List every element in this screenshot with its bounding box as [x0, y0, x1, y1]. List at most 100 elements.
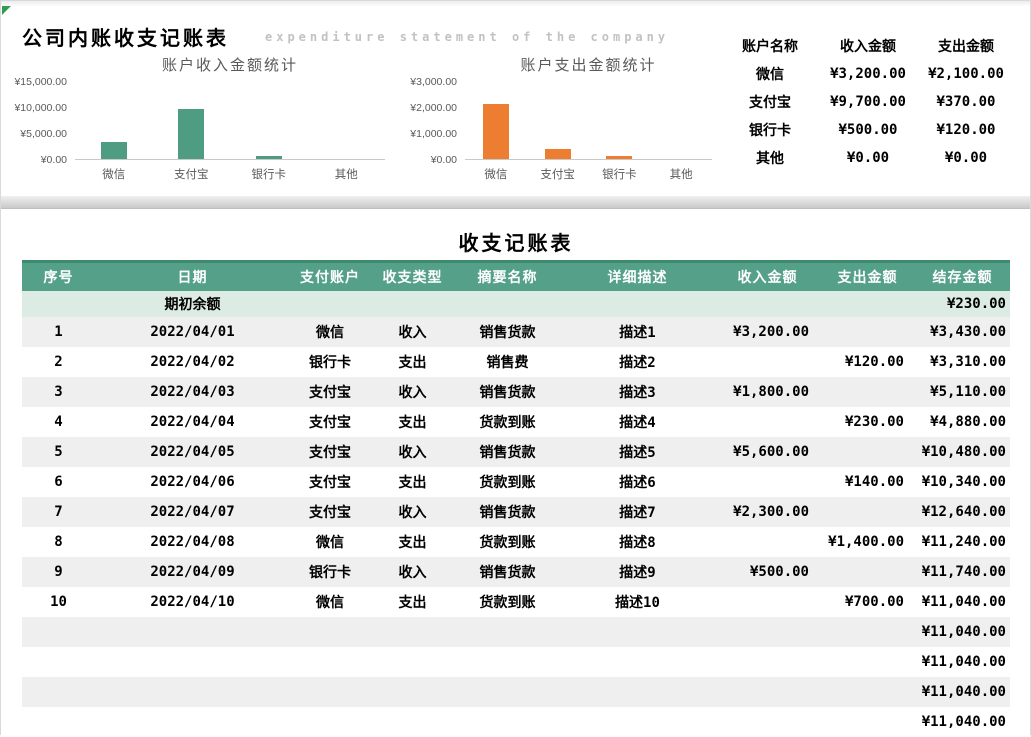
ledger-cell[interactable]: [22, 616, 95, 647]
ledger-cell[interactable]: 收入: [370, 436, 455, 467]
ledger-header-cell[interactable]: 收入金额: [715, 261, 820, 291]
ledger-cell[interactable]: 货款到账: [455, 467, 560, 497]
ledger-cell[interactable]: [455, 707, 560, 737]
ledger-cell[interactable]: [370, 647, 455, 677]
ledger-header-cell[interactable]: 日期: [95, 261, 290, 291]
ledger-cell[interactable]: 10: [22, 587, 95, 617]
ledger-cell[interactable]: [820, 496, 915, 527]
summary-cell[interactable]: ¥500.00: [819, 116, 917, 144]
ledger-header-cell[interactable]: 序号: [22, 261, 95, 291]
ledger-cell[interactable]: 描述8: [560, 527, 715, 557]
ledger-cell[interactable]: 销售货款: [455, 316, 560, 347]
ledger-cell[interactable]: [715, 647, 820, 677]
ledger-cell[interactable]: 2022/04/02: [95, 347, 290, 377]
ledger-cell[interactable]: 支付宝: [290, 496, 370, 527]
ledger-cell[interactable]: ¥230.00: [820, 407, 915, 437]
ledger-cell[interactable]: ¥11,040.00: [915, 587, 1010, 617]
ledger-cell[interactable]: 微信: [290, 527, 370, 557]
ledger-cell[interactable]: [715, 676, 820, 707]
ledger-cell[interactable]: [560, 707, 715, 737]
ledger-cell[interactable]: 5: [22, 436, 95, 467]
ledger-header-cell[interactable]: 收支类型: [370, 261, 455, 291]
summary-cell[interactable]: ¥0.00: [917, 144, 1015, 172]
ledger-cell[interactable]: 描述4: [560, 407, 715, 437]
summary-cell[interactable]: ¥0.00: [819, 144, 917, 172]
ledger-header-cell[interactable]: 结存金额: [915, 261, 1010, 291]
ledger-cell[interactable]: 2022/04/07: [95, 496, 290, 527]
ledger-cell[interactable]: [22, 707, 95, 737]
ledger-cell[interactable]: 收入: [370, 316, 455, 347]
ledger-cell[interactable]: 微信: [290, 316, 370, 347]
ledger-cell[interactable]: 3: [22, 376, 95, 407]
ledger-cell[interactable]: 期初余额: [95, 290, 290, 317]
ledger-cell[interactable]: 2022/04/09: [95, 556, 290, 587]
ledger-cell[interactable]: ¥10,480.00: [915, 436, 1010, 467]
ledger-cell[interactable]: 8: [22, 527, 95, 557]
ledger-cell[interactable]: ¥1,400.00: [820, 527, 915, 557]
ledger-cell[interactable]: [370, 707, 455, 737]
ledger-cell[interactable]: 收入: [370, 556, 455, 587]
ledger-cell[interactable]: 货款到账: [455, 407, 560, 437]
ledger-cell[interactable]: ¥11,040.00: [915, 647, 1010, 677]
ledger-cell[interactable]: 6: [22, 467, 95, 497]
ledger-cell[interactable]: [455, 616, 560, 647]
ledger-cell[interactable]: 描述10: [560, 587, 715, 617]
ledger-cell[interactable]: 支付宝: [290, 467, 370, 497]
ledger-cell[interactable]: 微信: [290, 587, 370, 617]
ledger-header-cell[interactable]: 详细描述: [560, 261, 715, 291]
ledger-cell[interactable]: ¥11,740.00: [915, 556, 1010, 587]
summary-cell[interactable]: ¥3,200.00: [819, 60, 917, 88]
summary-cell[interactable]: 支付宝: [721, 88, 819, 116]
ledger-cell[interactable]: [290, 616, 370, 647]
ledger-cell[interactable]: 描述1: [560, 316, 715, 347]
ledger-cell[interactable]: [290, 676, 370, 707]
ledger-cell[interactable]: 支出: [370, 527, 455, 557]
ledger-cell[interactable]: [290, 707, 370, 737]
ledger-cell[interactable]: 2: [22, 347, 95, 377]
ledger-cell[interactable]: [820, 676, 915, 707]
ledger-cell[interactable]: [370, 676, 455, 707]
ledger-cell[interactable]: ¥4,880.00: [915, 407, 1010, 437]
summary-cell[interactable]: 微信: [721, 60, 819, 88]
ledger-cell[interactable]: [820, 316, 915, 347]
ledger-cell[interactable]: ¥2,300.00: [715, 496, 820, 527]
ledger-cell[interactable]: [560, 647, 715, 677]
summary-cell[interactable]: ¥120.00: [917, 116, 1015, 144]
ledger-cell[interactable]: ¥230.00: [915, 290, 1010, 317]
ledger-cell[interactable]: 2022/04/01: [95, 316, 290, 347]
ledger-cell[interactable]: 销售货款: [455, 496, 560, 527]
ledger-cell[interactable]: ¥1,800.00: [715, 376, 820, 407]
ledger-cell[interactable]: [290, 647, 370, 677]
ledger-cell[interactable]: 收入: [370, 376, 455, 407]
ledger-cell[interactable]: 描述9: [560, 556, 715, 587]
summary-cell[interactable]: ¥370.00: [917, 88, 1015, 116]
ledger-cell[interactable]: 销售货款: [455, 436, 560, 467]
ledger-header-cell[interactable]: 摘要名称: [455, 261, 560, 291]
ledger-cell[interactable]: [820, 647, 915, 677]
ledger-cell[interactable]: [95, 707, 290, 737]
ledger-cell[interactable]: [715, 407, 820, 437]
ledger-cell[interactable]: 描述3: [560, 376, 715, 407]
ledger-cell[interactable]: [22, 647, 95, 677]
ledger-cell[interactable]: [715, 290, 820, 317]
ledger-cell[interactable]: ¥700.00: [820, 587, 915, 617]
ledger-cell[interactable]: [455, 676, 560, 707]
ledger-cell[interactable]: 支出: [370, 587, 455, 617]
ledger-cell[interactable]: 货款到账: [455, 527, 560, 557]
ledger-cell[interactable]: 2022/04/06: [95, 467, 290, 497]
ledger-cell[interactable]: [820, 556, 915, 587]
ledger-cell[interactable]: [290, 290, 370, 317]
ledger-cell[interactable]: ¥120.00: [820, 347, 915, 377]
ledger-cell[interactable]: 货款到账: [455, 587, 560, 617]
ledger-cell[interactable]: ¥3,200.00: [715, 316, 820, 347]
summary-cell[interactable]: 其他: [721, 144, 819, 172]
ledger-cell[interactable]: 银行卡: [290, 347, 370, 377]
ledger-cell[interactable]: 银行卡: [290, 556, 370, 587]
ledger-cell[interactable]: [370, 290, 455, 317]
ledger-cell[interactable]: 2022/04/05: [95, 436, 290, 467]
ledger-cell[interactable]: 描述2: [560, 347, 715, 377]
ledger-cell[interactable]: ¥140.00: [820, 467, 915, 497]
ledger-cell[interactable]: ¥10,340.00: [915, 467, 1010, 497]
ledger-header-cell[interactable]: 支出金额: [820, 261, 915, 291]
ledger-cell[interactable]: ¥11,040.00: [915, 707, 1010, 737]
